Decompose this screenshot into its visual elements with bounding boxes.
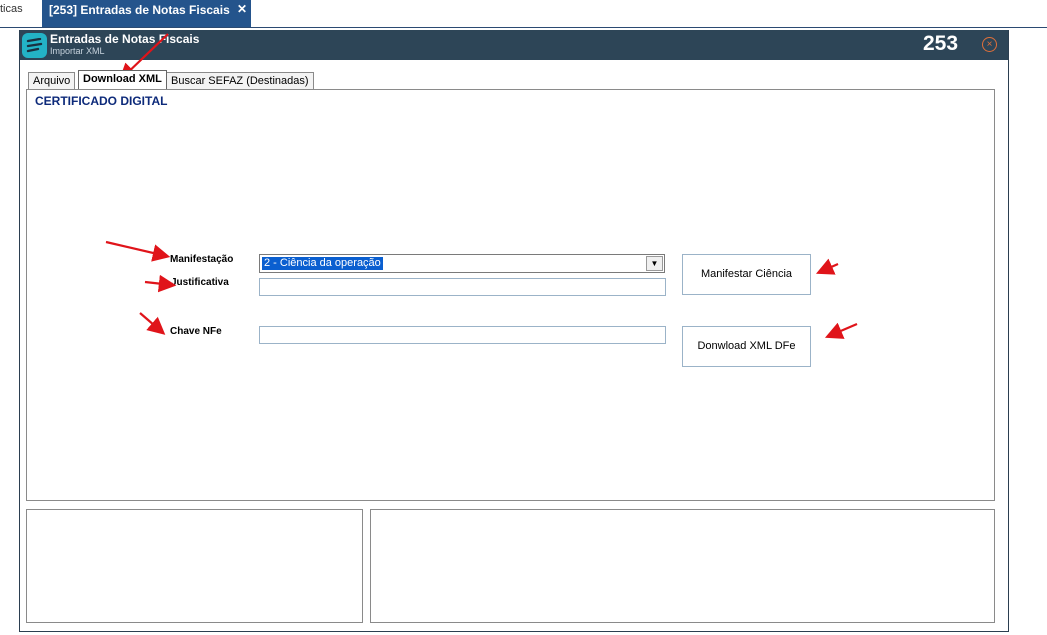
manifestar-ciencia-button[interactable]: Manifestar Ciência: [682, 254, 811, 295]
tab-previous[interactable]: ticas: [0, 3, 23, 15]
bottom-right-panel: [370, 509, 995, 623]
window-subtitle: Importar XML: [50, 46, 105, 56]
tab-strip: ticas [253] Entradas de Notas Fiscais ✕: [0, 0, 1047, 28]
close-window-icon[interactable]: ×: [982, 37, 997, 52]
manifestacao-select[interactable]: 2 - Ciência da operação ▼: [259, 254, 665, 273]
tab-entradas-notas-fiscais[interactable]: [253] Entradas de Notas Fiscais ✕: [42, 0, 251, 27]
tab-download-xml[interactable]: Download XML: [78, 70, 167, 89]
justificativa-input[interactable]: [259, 278, 666, 296]
download-xml-dfe-button[interactable]: Donwload XML DFe: [682, 326, 811, 367]
app-logo-icon: [22, 33, 47, 58]
window-title: Entradas de Notas Fiscais: [50, 32, 200, 46]
title-bar: Entradas de Notas Fiscais Importar XML 2…: [20, 30, 1008, 60]
screen-number: 253: [923, 32, 959, 55]
chave-nfe-label: Chave NFe: [170, 326, 222, 337]
manifestacao-label: Manifestação: [170, 254, 234, 265]
chave-nfe-input[interactable]: [259, 326, 666, 344]
section-title: CERTIFICADO DIGITAL: [35, 94, 168, 108]
dropdown-arrow-icon[interactable]: ▼: [646, 256, 663, 271]
close-tab-icon[interactable]: ✕: [237, 2, 247, 16]
tab-label: [253] Entradas de Notas Fiscais: [49, 3, 230, 17]
download-xml-panel: CERTIFICADO DIGITAL Manifestação 2 - Ciê…: [26, 89, 995, 501]
justificativa-label: Justificativa: [171, 277, 229, 288]
manifestacao-selected-value: 2 - Ciência da operação: [262, 257, 383, 270]
tab-arquivo[interactable]: Arquivo: [28, 72, 76, 89]
window: Entradas de Notas Fiscais Importar XML 2…: [19, 30, 1009, 632]
bottom-left-panel: [26, 509, 363, 623]
tab-buscar-sefaz[interactable]: Buscar SEFAZ (Destinadas): [166, 72, 314, 89]
